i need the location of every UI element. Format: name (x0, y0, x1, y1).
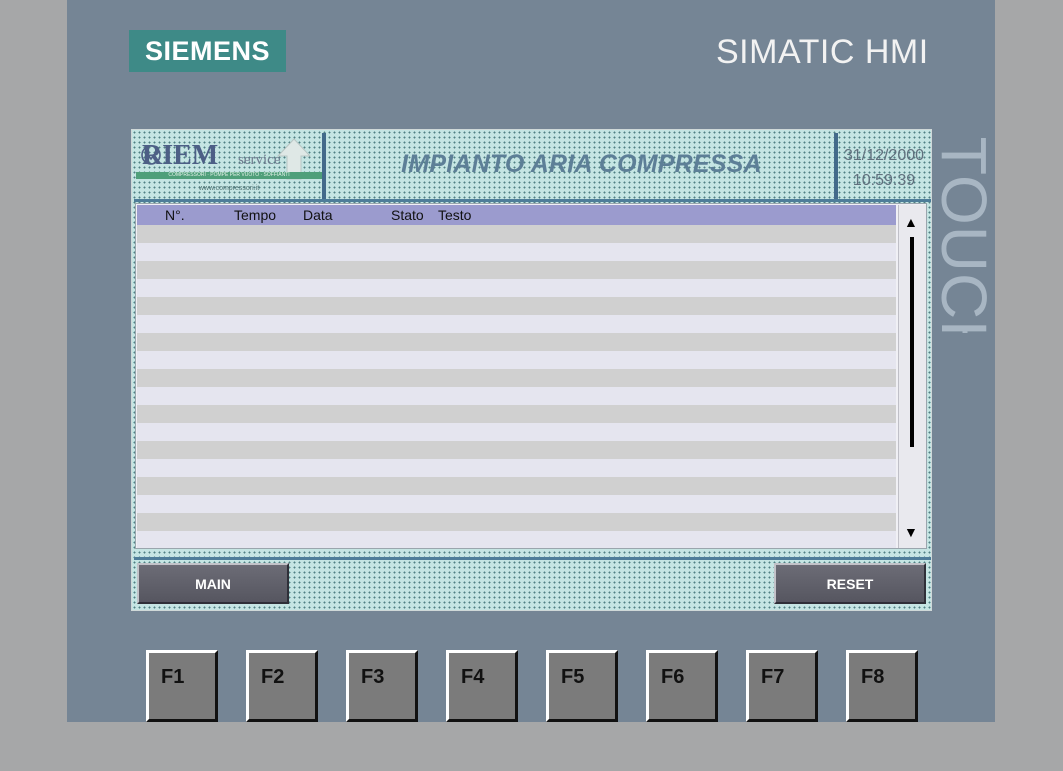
f3-key-label: F3 (361, 666, 385, 688)
footer-separator (134, 557, 931, 560)
touch-label: TOUCH (932, 138, 996, 333)
column-header-status[interactable]: Stato (391, 207, 424, 223)
table-row[interactable] (137, 405, 896, 423)
table-row[interactable] (137, 423, 896, 441)
table-row[interactable] (137, 495, 896, 513)
table-row[interactable] (137, 459, 896, 477)
f8-key[interactable]: F8 (846, 650, 918, 722)
column-header-text[interactable]: Testo (438, 207, 471, 223)
column-header-number[interactable]: N°. (165, 207, 185, 223)
logo-riem-text: RIEM (142, 140, 219, 171)
header-separator (134, 199, 931, 202)
page-title: IMPIANTO ARIA COMPRESSA (401, 150, 762, 178)
reset-button[interactable]: RESET (774, 563, 926, 604)
scroll-thumb[interactable] (910, 237, 914, 447)
date-display: 31/12/2000 (843, 147, 925, 164)
model-label: SIMATIC HMI (716, 33, 929, 71)
f3-key[interactable]: F3 (346, 650, 418, 722)
table-row[interactable] (137, 351, 896, 369)
f4-key[interactable]: F4 (446, 650, 518, 722)
logo-website: www.compressori.it (198, 185, 260, 192)
f5-key-label: F5 (561, 666, 585, 688)
f2-key-label: F2 (261, 666, 285, 688)
f1-key[interactable]: F1 (146, 650, 218, 722)
header-divider-left (322, 133, 326, 199)
table-row[interactable] (137, 387, 896, 405)
siemens-logo: SIEMENS (129, 30, 286, 72)
table-row[interactable] (137, 369, 896, 387)
f8-key-label: F8 (861, 666, 885, 688)
table-row[interactable] (137, 531, 896, 548)
touch-label-container: TOUCH (932, 138, 996, 333)
f1-key-label: F1 (161, 666, 185, 688)
f6-key-label: F6 (661, 666, 685, 688)
triangle-down-icon[interactable]: ▼ (904, 525, 918, 539)
f6-key[interactable]: F6 (646, 650, 718, 722)
f2-key[interactable]: F2 (246, 650, 318, 722)
column-header-date[interactable]: Data (303, 207, 333, 223)
alarm-table-header: N°. Tempo Data Stato Testo (137, 205, 896, 225)
table-row[interactable] (137, 297, 896, 315)
table-row[interactable] (137, 243, 896, 261)
column-header-time[interactable]: Tempo (234, 207, 276, 223)
alarm-table-body (137, 225, 896, 548)
f4-key-label: F4 (461, 666, 485, 688)
riem-logo: RIEM service COMPRESSORI · POMPE PER VUO… (136, 134, 322, 198)
triangle-up-icon[interactable]: ▲ (904, 215, 918, 229)
time-display: 10:59:39 (852, 172, 916, 189)
hmi-screen: RIEM service COMPRESSORI · POMPE PER VUO… (131, 129, 932, 611)
alarm-scrollbar[interactable]: ▲ ▼ (898, 205, 926, 548)
logo-tagline: COMPRESSORI · POMPE PER VUOTO · SOFFIANT… (168, 172, 290, 178)
f7-key-label: F7 (761, 666, 785, 688)
table-row[interactable] (137, 333, 896, 351)
main-button[interactable]: MAIN (137, 563, 289, 604)
table-row[interactable] (137, 261, 896, 279)
table-row[interactable] (137, 441, 896, 459)
table-row[interactable] (137, 477, 896, 495)
alarm-view[interactable]: N°. Tempo Data Stato Testo ▲ ▼ (135, 203, 927, 549)
table-row[interactable] (137, 279, 896, 297)
logo-service-text: service (238, 152, 281, 168)
table-row[interactable] (137, 513, 896, 531)
table-row[interactable] (137, 225, 896, 243)
table-row[interactable] (137, 315, 896, 333)
f5-key[interactable]: F5 (546, 650, 618, 722)
f7-key[interactable]: F7 (746, 650, 818, 722)
